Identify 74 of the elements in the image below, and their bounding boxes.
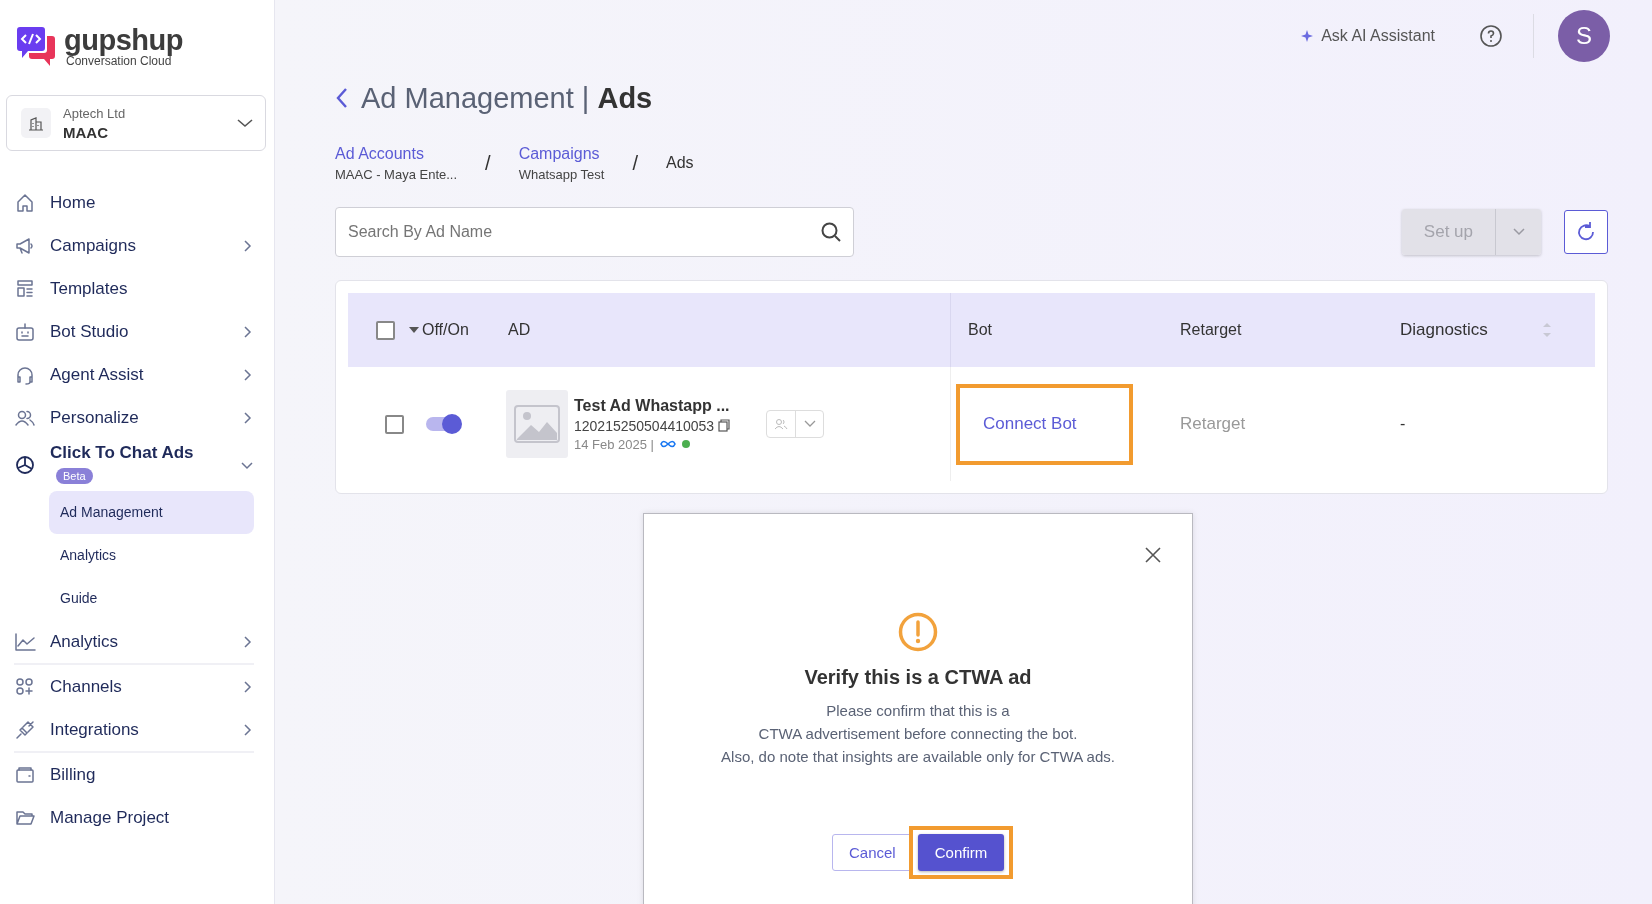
image-icon	[514, 405, 560, 443]
workspace-selector[interactable]: Aptech Ltd MAAC	[6, 95, 266, 151]
column-header: Off/On	[422, 321, 469, 339]
breadcrumb-current: Ads	[666, 154, 694, 172]
robot-icon	[14, 320, 36, 343]
breadcrumb-subtitle: MAAC - Maya Ente...	[335, 166, 458, 182]
circles-icon	[14, 675, 36, 698]
ad-name: Test Ad Whastapp ...	[574, 396, 731, 415]
pie-chart-icon	[14, 454, 36, 476]
sidebar-item[interactable]: Click To Chat Ads Beta	[14, 439, 254, 491]
row-checkbox[interactable]	[385, 414, 404, 434]
sidebar-item[interactable]: Analytics	[14, 620, 254, 663]
sidebar-subitem[interactable]: Ad Management	[49, 491, 254, 534]
breadcrumb-subtitle: Whatsapp Test	[518, 166, 605, 182]
logo-icon	[14, 26, 58, 68]
search-icon	[820, 221, 842, 243]
beta-badge: Beta	[56, 468, 93, 484]
help-icon	[1479, 24, 1503, 48]
sidebar-item[interactable]: Manage Project	[14, 796, 254, 839]
building-icon	[27, 114, 45, 132]
sidebar-item[interactable]: Campaigns	[14, 224, 254, 267]
diagnostics-value: -	[1400, 415, 1406, 433]
layout-icon	[14, 277, 36, 300]
sidebar-item[interactable]: Templates	[14, 267, 254, 310]
ad-date: 14 Feb 2025 |	[574, 436, 654, 452]
ask-ai-button[interactable]: Ask AI Assistant	[1294, 26, 1441, 46]
connect-bot-link[interactable]: Connect Bot	[983, 414, 1077, 434]
retarget-text: Retarget	[1180, 414, 1246, 434]
chevron-down-icon	[803, 420, 816, 428]
refresh-button[interactable]	[1564, 210, 1608, 254]
sidebar-item[interactable]: Personalize	[14, 396, 254, 439]
back-icon	[335, 87, 349, 109]
column-header: Bot	[968, 321, 992, 339]
brand-name: gupshup	[64, 26, 183, 54]
breadcrumb-separator: /	[632, 151, 638, 175]
ad-id: 120215250504410053	[574, 417, 715, 434]
sidebar-item[interactable]: Channels	[14, 665, 254, 708]
page-title: Ad Management | Ads	[361, 81, 653, 115]
caret-icon	[1511, 227, 1526, 237]
user-avatar[interactable]: S	[1558, 10, 1610, 62]
dialog-title: Verify this is a CTWA ad	[804, 666, 1032, 689]
column-header: AD	[508, 321, 531, 339]
sidebar-item[interactable]: Home	[14, 181, 254, 224]
sidebar-item[interactable]: Agent Assist	[14, 353, 254, 396]
column-header: Retarget	[1180, 321, 1242, 339]
confirm-button[interactable]: Confirm	[918, 834, 1004, 871]
sidebar-item[interactable]: Integrations	[14, 708, 254, 751]
breadcrumb-separator: /	[485, 151, 491, 175]
column-header: Diagnostics	[1400, 320, 1488, 340]
search-field[interactable]: Search By Ad Name	[335, 207, 854, 257]
infinity-icon	[659, 439, 677, 449]
project-name: MAAC	[63, 123, 109, 141]
sidebar-subitem[interactable]: Analytics	[49, 534, 254, 577]
copy-icon	[718, 419, 731, 432]
dialog-message: Please confirm that this is a CTWA advertisement before connecting the bot. Also, do note that insights are available only for CTWA ads.	[721, 701, 1115, 767]
users-icon	[774, 418, 789, 430]
chevron-down-icon	[237, 118, 253, 128]
close-button[interactable]	[1144, 546, 1162, 564]
plug-icon	[14, 718, 36, 741]
breadcrumb-link[interactable]: Ad Accounts	[335, 144, 458, 163]
toggle-switch[interactable]	[426, 417, 460, 431]
sidebar-subitem[interactable]: Guide	[49, 577, 254, 620]
sparkle-icon	[1300, 29, 1315, 43]
sidebar-item[interactable]: Billing	[14, 753, 254, 796]
organization-name: Aptech Ltd	[63, 105, 127, 121]
warning-icon	[898, 612, 938, 652]
cancel-button[interactable]: Cancel	[832, 834, 912, 871]
select-all-checkbox[interactable]	[376, 320, 395, 340]
close-icon	[1144, 546, 1162, 564]
line-chart-icon	[14, 630, 36, 653]
breadcrumb-link[interactable]: Campaigns	[518, 144, 605, 163]
sidebar-item[interactable]: Bot Studio	[14, 310, 254, 353]
caret-down-icon	[408, 326, 420, 334]
home-icon	[14, 191, 36, 214]
